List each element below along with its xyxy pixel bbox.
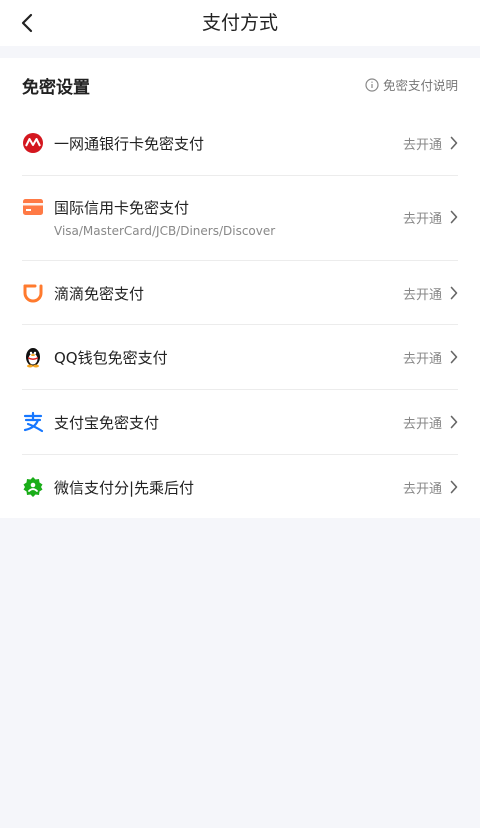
row-cmb-bank-card[interactable]: 一网通银行卡免密支付 去开通	[22, 128, 458, 158]
row-label: 滴滴免密支付	[54, 284, 145, 303]
row-label: 国际信用卡免密支付	[54, 198, 190, 217]
wechat-pay-score-icon	[22, 476, 44, 498]
divider	[22, 260, 458, 261]
help-link-label: 免密支付说明	[382, 78, 458, 93]
help-link[interactable]: 免密支付说明	[365, 75, 458, 94]
chevron-right-icon	[450, 210, 458, 224]
divider	[22, 454, 458, 455]
info-icon	[365, 77, 379, 92]
page-title: 支付方式	[201, 12, 278, 34]
row-action: 去开通	[402, 416, 442, 432]
row-alipay[interactable]: 支付宝免密支付 去开通	[22, 407, 458, 437]
row-sublabel: Visa/MasterCard/JCB/Diners/Discover	[54, 223, 276, 238]
row-label: 微信支付分|先乘后付	[54, 478, 195, 497]
section-title: 免密设置	[22, 78, 90, 98]
payment-settings-card: 免密设置 免密支付说明 一网通银行卡免密支付 去开通 国际信用卡免密支付 Vis…	[0, 58, 480, 518]
alipay-icon	[22, 411, 44, 433]
chevron-right-icon	[450, 286, 458, 300]
row-didi[interactable]: 滴滴免密支付 去开通	[22, 278, 458, 308]
row-action: 去开通	[402, 211, 442, 227]
row-intl-credit-card[interactable]: 国际信用卡免密支付 Visa/MasterCard/JCB/Diners/Dis…	[22, 194, 458, 240]
chevron-right-icon	[450, 136, 458, 150]
credit-card-icon	[22, 196, 44, 218]
row-label: 一网通银行卡免密支付	[54, 134, 205, 153]
top-bar: 支付方式	[0, 0, 480, 46]
row-label: QQ钱包免密支付	[54, 348, 168, 367]
row-action: 去开通	[402, 137, 442, 153]
chevron-right-icon	[450, 350, 458, 364]
row-action: 去开通	[402, 351, 442, 367]
row-qq-wallet[interactable]: QQ钱包免密支付 去开通	[22, 342, 458, 372]
row-wechat-pay-score[interactable]: 微信支付分|先乘后付 去开通	[22, 472, 458, 502]
row-action: 去开通	[402, 287, 442, 303]
chevron-right-icon	[450, 415, 458, 429]
qq-penguin-icon	[22, 346, 44, 368]
row-action: 去开通	[402, 481, 442, 497]
divider	[22, 389, 458, 390]
divider	[22, 324, 458, 325]
didi-icon	[22, 282, 44, 304]
divider	[22, 175, 458, 176]
cmb-bank-icon	[22, 132, 44, 154]
row-label: 支付宝免密支付	[54, 413, 160, 432]
chevron-right-icon	[450, 480, 458, 494]
